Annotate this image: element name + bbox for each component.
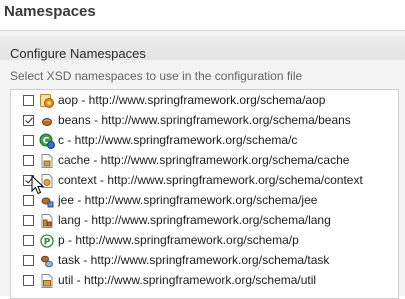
mouse-pointer-icon (31, 175, 45, 195)
page-title: Namespaces (4, 3, 96, 20)
configure-namespaces-section: Configure Namespaces Select XSD namespac… (0, 31, 405, 299)
namespace-checkbox-jee[interactable] (23, 195, 34, 206)
aop-icon (39, 93, 55, 109)
namespace-label-c: c - http://www.springframework.org/schem… (58, 133, 298, 147)
namespace-checkbox-lang[interactable] (23, 215, 34, 226)
namespace-checkbox-p[interactable] (23, 235, 34, 246)
namespace-checkbox-aop[interactable] (23, 95, 34, 106)
namespace-list[interactable]: aop - http://www.springframework.org/sch… (10, 89, 399, 299)
namespace-label-beans: beans - http://www.springframework.org/s… (58, 113, 351, 127)
namespace-checkbox-cache[interactable] (23, 155, 34, 166)
task-icon (39, 253, 55, 269)
cache-icon (39, 153, 55, 169)
namespace-checkbox-task[interactable] (23, 255, 34, 266)
namespace-row-p[interactable]: P p - http://www.springframework.org/sch… (11, 231, 398, 251)
namespace-label-p: p - http://www.springframework.org/schem… (58, 233, 299, 247)
c-namespace-icon: C (39, 133, 55, 149)
namespace-label-cache: cache - http://www.springframework.org/s… (58, 153, 350, 167)
namespace-row-beans[interactable]: beans - http://www.springframework.org/s… (11, 111, 398, 131)
section-description: Select XSD namespaces to use in the conf… (10, 69, 303, 83)
p-namespace-icon: P (39, 233, 55, 249)
namespace-row-c[interactable]: C c - http://www.springframework.org/sch… (11, 131, 398, 151)
namespace-checkbox-beans[interactable] (23, 115, 34, 126)
namespace-label-lang: lang - http://www.springframework.org/sc… (58, 213, 331, 227)
namespace-checkbox-c[interactable] (23, 135, 34, 146)
namespace-row-cache[interactable]: cache - http://www.springframework.org/s… (11, 151, 398, 171)
namespace-label-aop: aop - http://www.springframework.org/sch… (58, 93, 326, 107)
namespace-row-task[interactable]: task - http://www.springframework.org/sc… (11, 251, 398, 271)
lang-icon (39, 213, 55, 229)
namespace-row-jee[interactable]: jee - http://www.springframework.org/sch… (11, 191, 398, 211)
namespace-label-context: context - http://www.springframework.org… (58, 173, 363, 187)
namespace-label-task: task - http://www.springframework.org/sc… (58, 253, 330, 267)
util-icon (39, 273, 55, 289)
namespace-checkbox-util[interactable] (23, 275, 34, 286)
namespace-label-jee: jee - http://www.springframework.org/sch… (58, 193, 318, 207)
namespace-row-context[interactable]: context - http://www.springframework.org… (11, 171, 398, 191)
namespace-row-util[interactable]: util - http://www.springframework.org/sc… (11, 271, 398, 291)
namespace-row-aop[interactable]: aop - http://www.springframework.org/sch… (11, 91, 398, 111)
title-bar: Namespaces (0, 0, 405, 30)
svg-text:P: P (44, 238, 51, 248)
section-title: Configure Namespaces (10, 46, 146, 61)
bean-icon (39, 113, 55, 129)
jee-icon (39, 193, 55, 209)
namespace-row-lang[interactable]: lang - http://www.springframework.org/sc… (11, 211, 398, 231)
namespace-label-util: util - http://www.springframework.org/sc… (58, 273, 317, 287)
